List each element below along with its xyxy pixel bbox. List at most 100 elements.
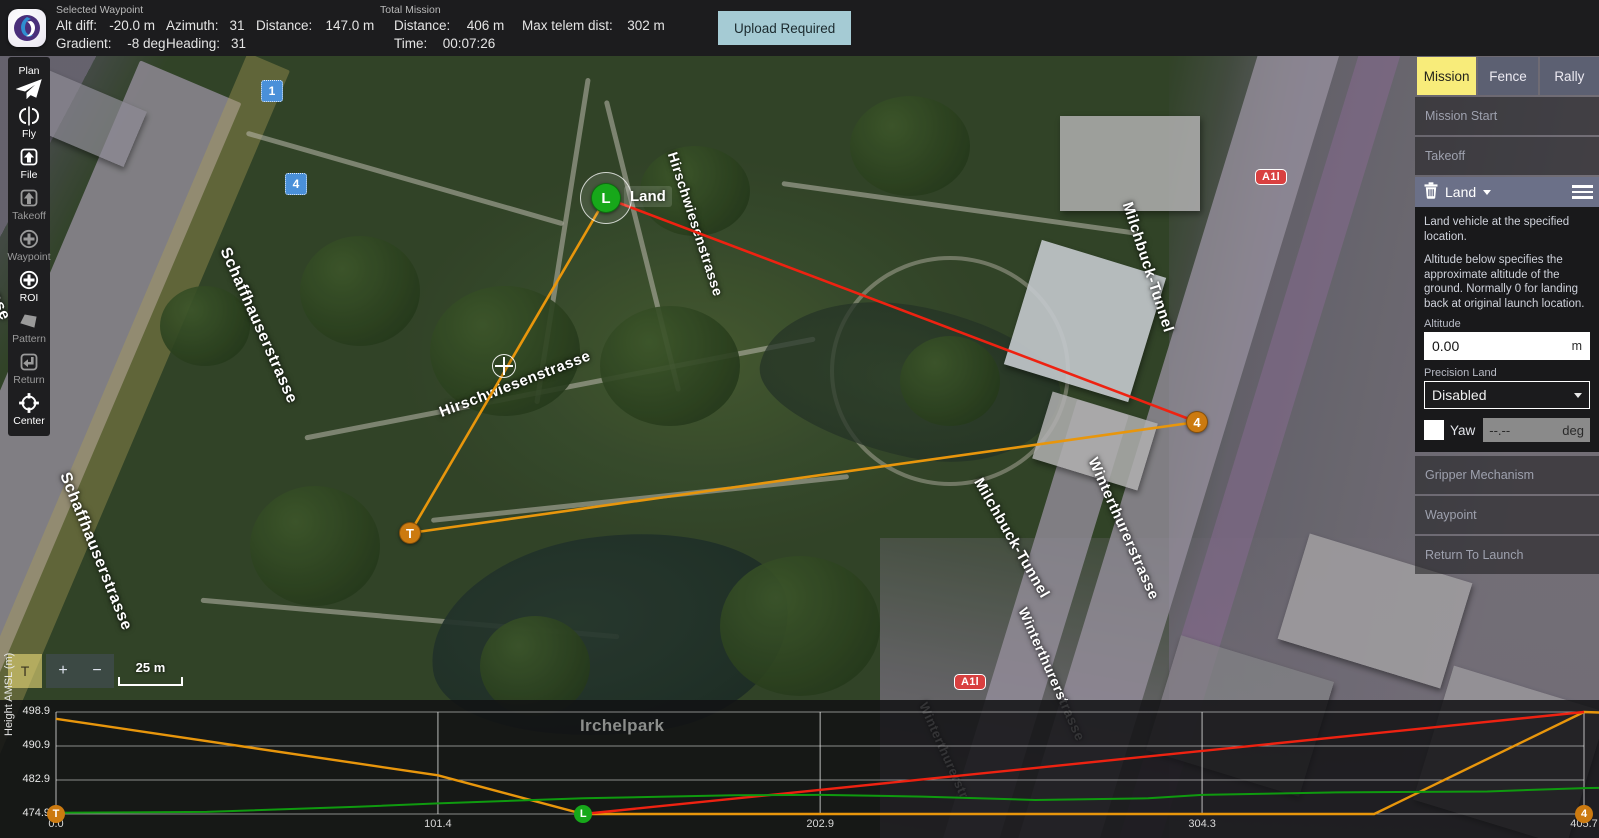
tool-label-roi: ROI	[20, 292, 39, 305]
chevron-down-icon	[1574, 393, 1582, 398]
gripper-mechanism-label: Gripper Mechanism	[1425, 468, 1534, 482]
return-arrow-icon	[19, 351, 39, 373]
upload-required-button[interactable]: Upload Required	[718, 11, 851, 45]
heading-value: 31	[220, 36, 246, 51]
altitude-unit: m	[1572, 339, 1582, 353]
tool-label-pattern: Pattern	[12, 333, 46, 346]
yaw-label: Yaw	[1450, 423, 1475, 438]
crosshair-icon	[19, 392, 39, 414]
precision-land-value: Disabled	[1432, 387, 1486, 403]
tool-roi[interactable]: ROI	[8, 266, 50, 307]
waypoint-marker-land[interactable]: L	[591, 183, 621, 213]
chart-marker-4[interactable]: 4	[1575, 805, 1593, 823]
tool-label-plan: Plan	[18, 65, 39, 78]
tool-label-file: File	[21, 169, 38, 182]
chart-gridlines	[56, 712, 1584, 814]
precision-land-label: Precision Land	[1424, 367, 1590, 379]
max-telem-group: Max telem dist: 302 m	[522, 0, 690, 56]
total-time-label: Time:	[394, 36, 427, 51]
plus-circle-icon	[19, 228, 39, 250]
yaw-field[interactable]: --.-- deg	[1483, 418, 1590, 442]
tool-fly[interactable]: Fly	[8, 102, 50, 143]
mission-item-mission-start[interactable]: Mission Start	[1415, 97, 1599, 135]
azimuth-value: 31	[219, 18, 245, 33]
tab-rally[interactable]: Rally	[1540, 57, 1599, 95]
tool-plan[interactable]: Plan	[8, 61, 50, 102]
qgc-plan-view: SchaffhauserstrassesseSchaffhauserstrass…	[0, 0, 1599, 838]
alt-diff-label: Alt diff:	[56, 18, 97, 33]
tool-center[interactable]: Center	[8, 389, 50, 430]
tool-label-waypoint: Waypoint	[7, 251, 50, 264]
return-to-launch-label: Return To Launch	[1425, 548, 1523, 562]
mission-item-takeoff[interactable]: Takeoff	[1415, 137, 1599, 175]
total-distance-value: 406 m	[450, 18, 504, 33]
mission-item-return-to-launch[interactable]: Return To Launch	[1415, 536, 1599, 574]
waypoint-marker-T[interactable]: T	[399, 522, 421, 544]
top-toolbar: Selected Waypoint Alt diff: -20.0 m Grad…	[0, 0, 1599, 56]
map-controls[interactable]: T + −	[8, 654, 114, 688]
scale-bar-ruler	[118, 677, 183, 686]
land-card-header[interactable]: Land	[1415, 177, 1599, 207]
max-telem-value: 302 m	[613, 18, 665, 33]
total-time-row: Time: 00:07:26	[394, 36, 504, 53]
tab-fence[interactable]: Fence	[1478, 57, 1537, 95]
alt-diff-value: -20.0 m	[97, 18, 155, 33]
hamburger-menu-icon[interactable]	[1572, 185, 1593, 199]
zoom-in-button[interactable]: +	[46, 654, 80, 688]
chart-marker-t[interactable]: T	[47, 805, 65, 823]
tool-pattern[interactable]: Pattern	[8, 307, 50, 348]
plan-tab-bar[interactable]: MissionFenceRally	[1415, 57, 1599, 95]
heading-label: Heading:	[166, 36, 220, 51]
mission-item-land-card[interactable]: Land Land vehicle at the specified locat…	[1415, 177, 1599, 452]
altitude-value: 0.00	[1432, 338, 1459, 354]
precision-land-select[interactable]: Disabled	[1424, 381, 1590, 409]
land-card-title: Land	[1445, 184, 1476, 200]
mission-item-gripper-mechanism[interactable]: Gripper Mechanism	[1415, 456, 1599, 494]
total-mission-group: Total Mission Distance: 406 m Time: 00:0…	[394, 0, 522, 56]
zoom-out-button[interactable]: −	[80, 654, 114, 688]
heading-row: Heading: 31	[166, 36, 246, 53]
scale-bar-label: 25 m	[118, 660, 183, 675]
elevation-profile-chart[interactable]: Irchelpark Height AMSL (m) 498.9490.9482…	[0, 700, 1599, 838]
plan-editor-panel[interactable]: MissionFenceRally Mission Start Takeoff	[1415, 57, 1599, 574]
add-waypoint-crosshair-icon[interactable]	[492, 354, 516, 378]
tool-return[interactable]: Return	[8, 348, 50, 389]
land-description-1: Land vehicle at the specified location.	[1424, 215, 1590, 244]
gradient-value: -8 deg	[112, 36, 166, 51]
tab-mission[interactable]: Mission	[1417, 57, 1476, 95]
chart-plot-area	[0, 700, 1599, 838]
azimuth-row: Azimuth: 31	[166, 18, 246, 35]
waypoint-text-label: Land	[624, 186, 672, 207]
return-path-line[interactable]	[606, 198, 1197, 422]
pattern-polygon-icon	[18, 310, 40, 332]
altitude-field[interactable]: 0.00 m	[1424, 332, 1590, 360]
mission-item-waypoint[interactable]: Waypoint	[1415, 496, 1599, 534]
tool-takeoff[interactable]: Takeoff	[8, 184, 50, 225]
land-description-2: Altitude below specifies the approximate…	[1424, 253, 1590, 311]
plan-tool-strip[interactable]: Plan Fly File Takeoff Waypoint ROI Pattern Retu…	[8, 57, 50, 436]
tool-label-fly: Fly	[22, 128, 36, 141]
waypoint-marker-4[interactable]: 4	[1186, 411, 1208, 433]
zoom-controls[interactable]: + −	[46, 654, 114, 688]
chevron-down-icon[interactable]	[1483, 190, 1491, 195]
selected-waypoint-group: Selected Waypoint Alt diff: -20.0 m Grad…	[56, 0, 166, 56]
qgc-logo-icon[interactable]	[8, 9, 46, 47]
takeoff-arrow-icon	[19, 187, 39, 209]
file-upload-icon	[19, 146, 39, 168]
selected-waypoint-caption: Selected Waypoint	[56, 4, 166, 16]
tool-file[interactable]: File	[8, 143, 50, 184]
wp-distance-value: 147.0 m	[312, 18, 374, 33]
azimuth-heading-group: Azimuth: 31 Heading: 31	[166, 0, 256, 56]
total-distance-row: Distance: 406 m	[394, 18, 504, 35]
tool-label-takeoff: Takeoff	[12, 210, 46, 223]
yaw-row[interactable]: Yaw --.-- deg	[1424, 418, 1590, 442]
takeoff-label: Takeoff	[1425, 149, 1465, 163]
mission-path-line[interactable]	[410, 198, 1197, 533]
altitude-label: Altitude	[1424, 318, 1590, 330]
yaw-checkbox[interactable]	[1424, 420, 1444, 440]
tool-waypoint[interactable]: Waypoint	[8, 225, 50, 266]
total-time-value: 00:07:26	[427, 36, 495, 51]
alt-diff-row: Alt diff: -20.0 m	[56, 18, 166, 35]
trash-icon[interactable]	[1423, 182, 1439, 202]
gradient-row: Gradient: -8 deg	[56, 36, 166, 53]
